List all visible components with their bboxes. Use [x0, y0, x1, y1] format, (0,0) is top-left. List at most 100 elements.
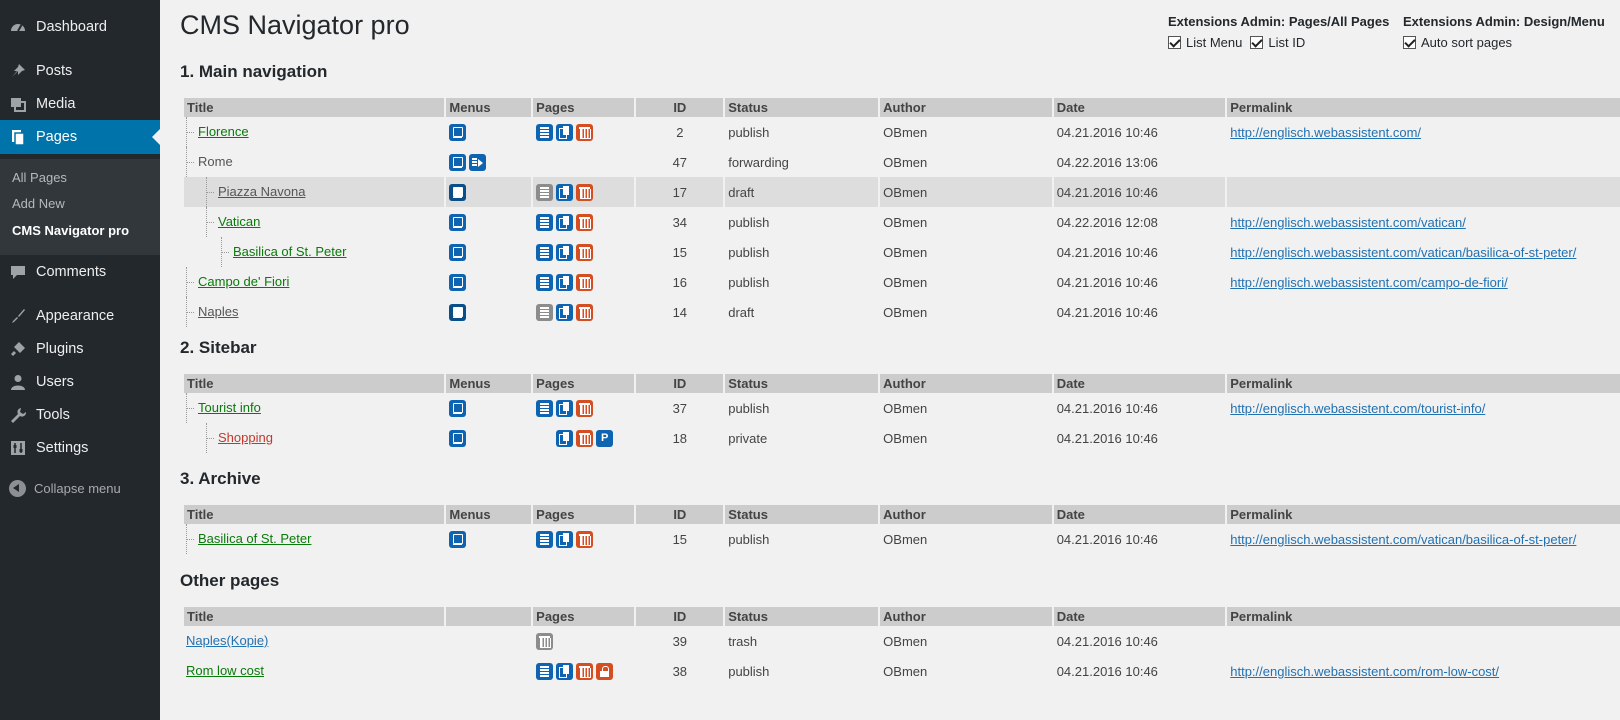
column-header-id[interactable]: ID — [636, 374, 724, 393]
page-title-link[interactable]: Rome — [198, 154, 233, 169]
page-title-link[interactable]: Shopping — [218, 430, 273, 445]
column-header-date[interactable]: Date — [1053, 374, 1226, 393]
column-header-id[interactable]: ID — [636, 505, 724, 524]
permalink-link[interactable]: http://englisch.webassistent.com/vatican… — [1230, 215, 1466, 230]
sidebar-item-users[interactable]: Users — [0, 365, 160, 399]
column-header-author[interactable]: Author — [880, 98, 1052, 117]
column-header-date[interactable]: Date — [1053, 505, 1226, 524]
edit-page-icon[interactable] — [536, 213, 554, 231]
submenu-all-pages[interactable]: All Pages — [12, 170, 67, 185]
lock-icon[interactable] — [596, 662, 614, 680]
menu-icon[interactable] — [449, 399, 467, 417]
page-title-link[interactable]: Naples(Kopie) — [186, 633, 268, 648]
list-menu-checkbox[interactable] — [1168, 36, 1181, 49]
trash-icon[interactable] — [576, 530, 594, 548]
column-header-status[interactable]: Status — [725, 374, 879, 393]
page-title-link[interactable]: Basilica of St. Peter — [198, 531, 311, 546]
column-header-status[interactable]: Status — [725, 607, 879, 626]
copy-page-icon[interactable] — [556, 530, 574, 548]
copy-page-icon[interactable] — [556, 303, 574, 321]
column-header-permalink[interactable]: Permalink — [1227, 505, 1620, 524]
page-title-link[interactable]: Tourist info — [198, 400, 261, 415]
column-header-author[interactable]: Author — [880, 607, 1052, 626]
trash-icon[interactable] — [576, 429, 594, 447]
page-title-link[interactable]: Naples — [198, 304, 238, 319]
permalink-link[interactable]: http://englisch.webassistent.com/vatican… — [1230, 245, 1576, 260]
sidebar-item-tools[interactable]: Tools — [0, 398, 160, 432]
forward-icon[interactable] — [469, 153, 487, 171]
collapse-menu[interactable]: Collapse menu — [0, 479, 160, 499]
column-header-pages[interactable]: Pages — [533, 374, 635, 393]
edit-page-icon[interactable] — [536, 399, 554, 417]
permalink-link[interactable]: http://englisch.webassistent.com/ — [1230, 125, 1421, 140]
permalink-link[interactable]: http://englisch.webassistent.com/vatican… — [1230, 532, 1576, 547]
menu-icon[interactable] — [449, 530, 467, 548]
trash-icon[interactable] — [576, 399, 594, 417]
column-header-permalink[interactable]: Permalink — [1227, 98, 1620, 117]
sidebar-item-pages[interactable]: Pages — [0, 120, 160, 154]
sidebar-item-media[interactable]: Media — [0, 87, 160, 121]
copy-page-icon[interactable] — [556, 243, 574, 261]
trash-icon[interactable] — [536, 632, 554, 650]
trash-icon[interactable] — [576, 213, 594, 231]
menu-icon[interactable] — [449, 429, 467, 447]
column-header-title[interactable]: Title — [184, 98, 445, 117]
copy-page-icon[interactable] — [556, 662, 574, 680]
trash-icon[interactable] — [576, 273, 594, 291]
sidebar-item-plugins[interactable]: Plugins — [0, 332, 160, 366]
auto-sort-checkbox[interactable] — [1403, 36, 1416, 49]
column-header-status[interactable]: Status — [725, 98, 879, 117]
column-header-author[interactable]: Author — [880, 505, 1052, 524]
permalink-link[interactable]: http://englisch.webassistent.com/rom-low… — [1230, 664, 1499, 679]
menu-icon[interactable] — [449, 213, 467, 231]
column-header-title[interactable]: Title — [184, 607, 445, 626]
column-header-menus[interactable]: Menus — [446, 374, 532, 393]
column-header-pages[interactable]: Pages — [533, 607, 635, 626]
copy-page-icon[interactable] — [556, 399, 574, 417]
page-title-link[interactable]: Piazza Navona — [218, 184, 305, 199]
edit-page-icon[interactable] — [536, 183, 554, 201]
page-title-link[interactable]: Campo de' Fiori — [198, 274, 289, 289]
list-id-checkbox[interactable] — [1250, 36, 1264, 49]
menu-icon[interactable] — [449, 123, 467, 141]
menu-icon[interactable] — [449, 243, 467, 261]
column-header-author[interactable]: Author — [880, 374, 1052, 393]
edit-page-icon[interactable] — [536, 662, 554, 680]
submenu-cms-navigator-pro[interactable]: CMS Navigator pro — [12, 223, 129, 238]
trash-icon[interactable] — [576, 243, 594, 261]
submenu-add-new[interactable]: Add New — [12, 196, 65, 211]
column-header-date[interactable]: Date — [1053, 98, 1226, 117]
trash-icon[interactable] — [576, 303, 594, 321]
column-header-permalink[interactable]: Permalink — [1227, 607, 1620, 626]
sidebar-item-appearance[interactable]: Appearance — [0, 299, 160, 333]
sidebar-item-dashboard[interactable]: Dashboard — [0, 10, 160, 44]
column-header-id[interactable]: ID — [636, 607, 724, 626]
column-header-status[interactable]: Status — [725, 505, 879, 524]
private-icon[interactable]: P — [596, 429, 614, 447]
page-title-link[interactable]: Rom low cost — [186, 663, 264, 678]
sidebar-item-comments[interactable]: Comments — [0, 255, 160, 289]
column-header-menus[interactable]: Menus — [446, 505, 532, 524]
edit-page-icon[interactable] — [536, 273, 554, 291]
copy-page-icon[interactable] — [556, 123, 574, 141]
sidebar-item-posts[interactable]: Posts — [0, 54, 160, 88]
menu-icon[interactable] — [449, 273, 467, 291]
page-title-link[interactable]: Basilica of St. Peter — [233, 244, 346, 259]
column-header-id[interactable]: ID — [636, 98, 724, 117]
copy-page-icon[interactable] — [556, 183, 574, 201]
column-header-title[interactable]: Title — [184, 374, 445, 393]
edit-page-icon[interactable] — [536, 303, 554, 321]
copy-page-icon[interactable] — [556, 213, 574, 231]
page-title-link[interactable]: Vatican — [218, 214, 260, 229]
column-header-permalink[interactable]: Permalink — [1227, 374, 1620, 393]
menu-filled-icon[interactable] — [449, 183, 467, 201]
menu-icon[interactable] — [449, 153, 467, 171]
menu-filled-icon[interactable] — [449, 303, 467, 321]
permalink-link[interactable]: http://englisch.webassistent.com/tourist… — [1230, 401, 1485, 416]
column-header-pages[interactable]: Pages — [533, 98, 635, 117]
column-header-menus[interactable]: Menus — [446, 98, 532, 117]
column-header-date[interactable]: Date — [1053, 607, 1226, 626]
column-header-pages[interactable]: Pages — [533, 505, 635, 524]
trash-icon[interactable] — [576, 662, 594, 680]
page-title-link[interactable]: Florence — [198, 124, 249, 139]
